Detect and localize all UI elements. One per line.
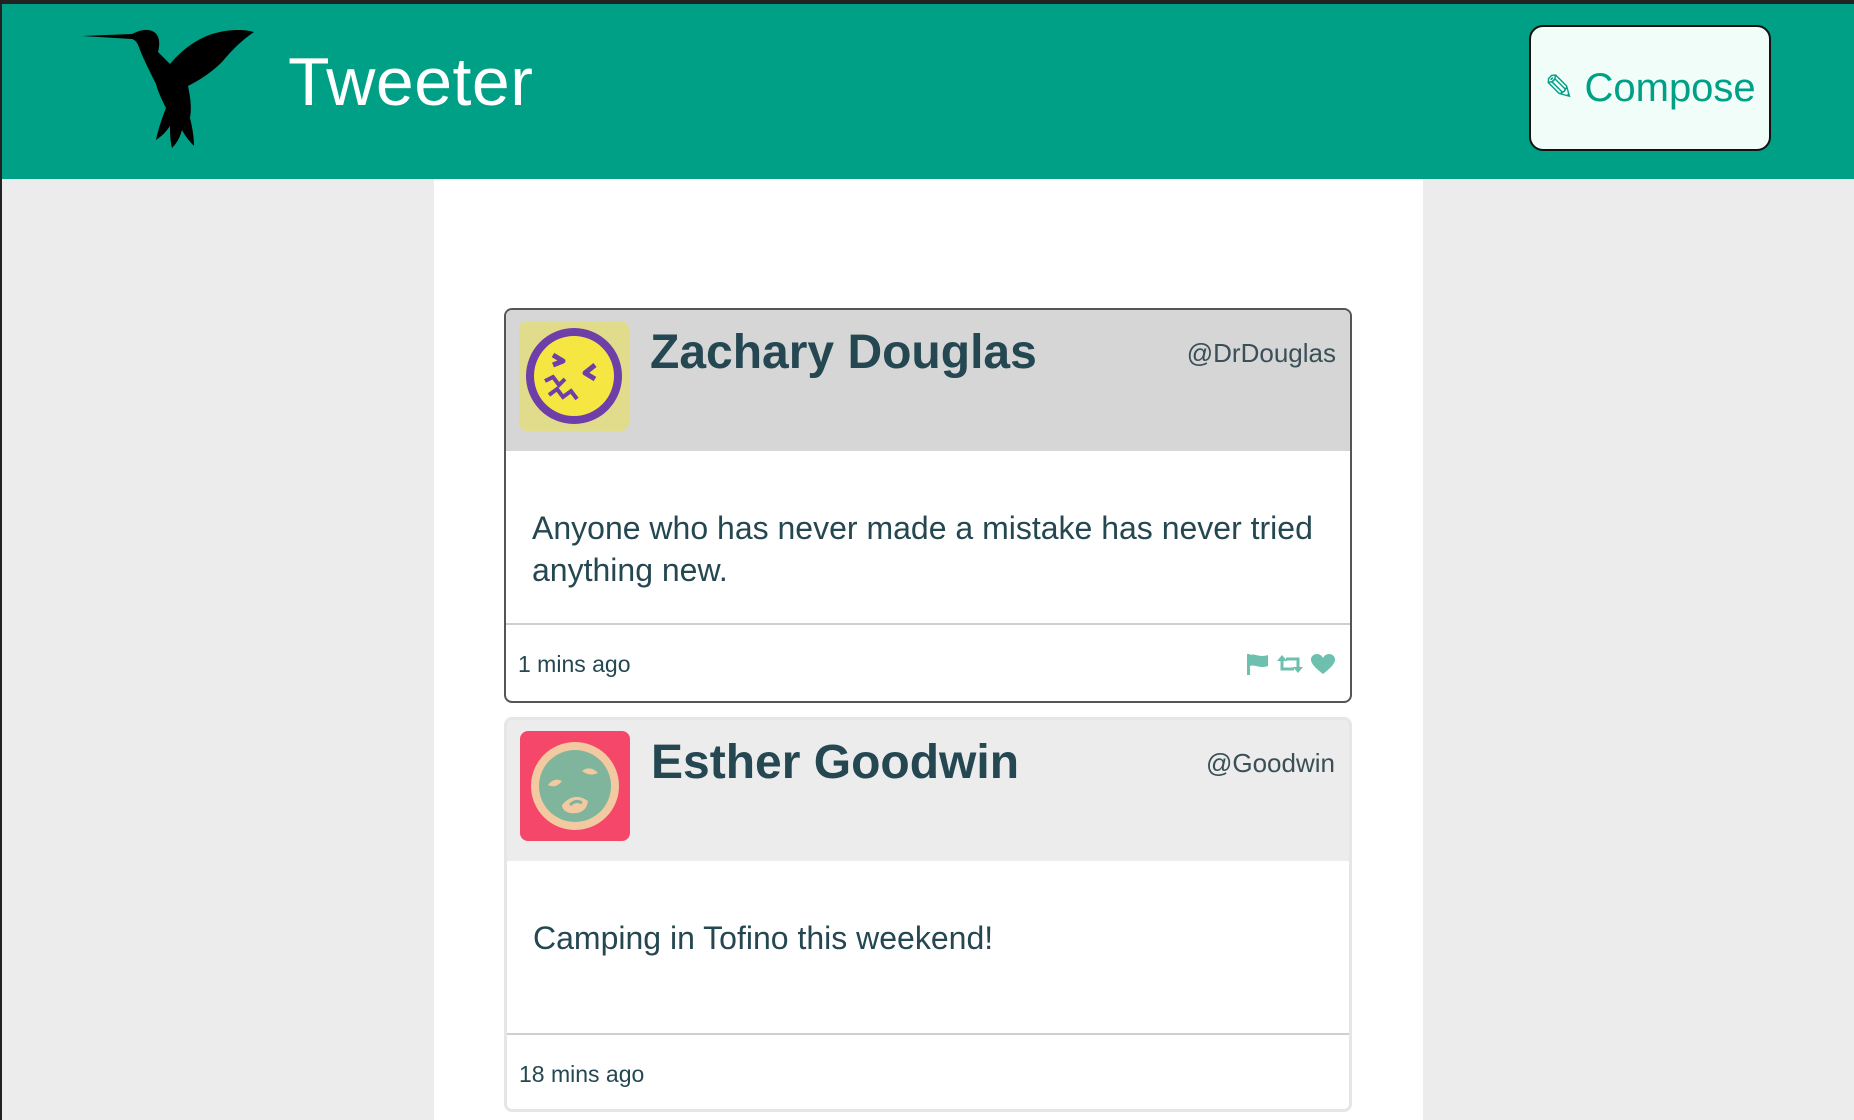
tweet-text: Anyone who has never made a mistake has … [506,451,1350,625]
author-handle: @Goodwin [1205,748,1335,778]
tweet-text: Camping in Tofino this weekend! [507,861,1349,1035]
confused-face-avatar[interactable] [519,321,629,431]
author-name: Zachary Douglas [650,326,1037,379]
tweet-feed: Zachary Douglas @DrDouglas Anyone who ha… [434,179,1423,1120]
compose-button[interactable]: ✎ Compose [1529,25,1771,151]
retweet-icon[interactable] [1276,653,1304,675]
author-name: Esther Goodwin [651,736,1020,789]
tweet-timestamp: 1 mins ago [518,651,631,677]
compose-button-label: Compose [1584,65,1756,110]
tweet-actions [1246,653,1336,675]
author-handle: @DrDouglas [1186,338,1336,368]
tweet-header: Esther Goodwin @Goodwin [507,720,1349,861]
tweet-footer: 18 mins ago [507,1035,1349,1109]
hummingbird-logo-icon[interactable] [82,22,262,152]
angry-face-avatar[interactable] [520,731,630,841]
top-nav: Tweeter ✎ Compose [2,4,1854,179]
tweet-card: Zachary Douglas @DrDouglas Anyone who ha… [504,308,1352,703]
flag-icon[interactable] [1246,653,1270,675]
heart-icon[interactable] [1310,653,1336,675]
pencil-icon: ✎ [1544,67,1575,108]
app-title: Tweeter [288,44,534,120]
tweet-timestamp: 18 mins ago [519,1061,645,1087]
tweet-header: Zachary Douglas @DrDouglas [506,310,1350,451]
tweet-card: Esther Goodwin @Goodwin Camping in Tofin… [504,717,1352,1112]
tweet-footer: 1 mins ago [506,625,1350,701]
